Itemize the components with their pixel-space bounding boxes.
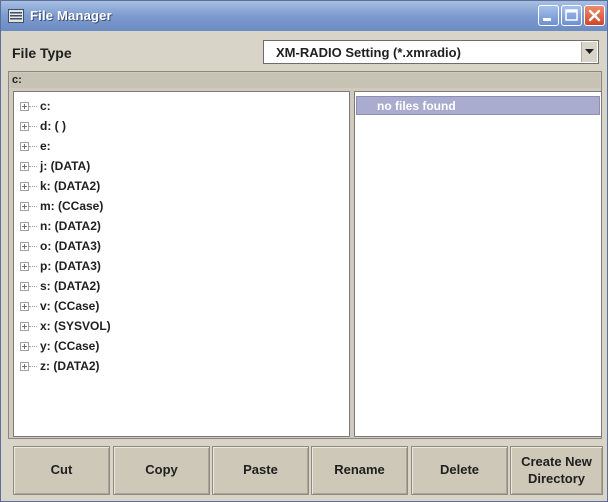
copy-button-label: Copy: [145, 462, 178, 477]
chevron-down-icon[interactable]: [581, 42, 597, 62]
expand-icon[interactable]: [20, 182, 29, 191]
file-type-select[interactable]: XM-RADIO Setting (*.xmradio): [263, 40, 599, 64]
tree-item-label: k: (DATA2): [40, 179, 101, 193]
tree-item-label: m: (CCase): [40, 199, 104, 213]
window-title: File Manager: [30, 8, 112, 23]
expand-icon[interactable]: [20, 102, 29, 111]
expand-icon[interactable]: [20, 302, 29, 311]
expand-icon[interactable]: [20, 262, 29, 271]
expand-icon[interactable]: [20, 122, 29, 131]
file-manager-icon: [8, 9, 24, 23]
paste-button-label: Paste: [243, 462, 278, 477]
close-icon[interactable]: [584, 5, 605, 26]
expand-icon[interactable]: [20, 282, 29, 291]
directory-tree[interactable]: c: d: ( ) e: j: (DATA) k: (DATA2) m: (CC…: [13, 91, 350, 437]
expand-icon[interactable]: [20, 202, 29, 211]
maximize-icon[interactable]: [561, 5, 582, 26]
cut-button-label: Cut: [50, 462, 73, 477]
tree-item-label: p: (DATA3): [40, 259, 101, 273]
tree-item-label: e:: [40, 139, 51, 153]
rename-button-label: Rename: [334, 462, 385, 477]
expand-icon[interactable]: [20, 162, 29, 171]
current-path-bar: c:: [10, 73, 600, 88]
expand-icon[interactable]: [20, 242, 29, 251]
expand-icon[interactable]: [20, 322, 29, 331]
rename-button[interactable]: Rename: [311, 446, 408, 495]
file-type-value: XM-RADIO Setting (*.xmradio): [276, 45, 461, 60]
create-new-directory-button[interactable]: Create New Directory: [510, 446, 603, 495]
minimize-icon[interactable]: [538, 5, 559, 26]
delete-button[interactable]: Delete: [411, 446, 508, 495]
expand-icon[interactable]: [20, 222, 29, 231]
tree-item-label: v: (CCase): [40, 299, 100, 313]
tree-item-label: y: (CCase): [40, 339, 100, 353]
create-new-label-line2: Directory: [527, 471, 586, 486]
no-files-message: no files found: [377, 99, 456, 113]
copy-button[interactable]: Copy: [113, 446, 210, 495]
expand-icon[interactable]: [20, 142, 29, 151]
file-type-label: File Type: [12, 45, 72, 61]
file-list-item[interactable]: no files found: [356, 96, 600, 115]
tree-item-label: x: (SYSVOL): [40, 319, 111, 333]
file-manager-window: File Manager File Type XM-RADIO Setting …: [0, 0, 608, 502]
tree-item-label: j: (DATA): [40, 159, 91, 173]
tree-item-label: z: (DATA2): [40, 359, 100, 373]
tree-item-label: n: (DATA2): [40, 219, 101, 233]
tree-item-label: d: ( ): [40, 119, 66, 133]
expand-icon[interactable]: [20, 342, 29, 351]
title-bar[interactable]: File Manager: [1, 1, 607, 31]
delete-button-label: Delete: [439, 462, 480, 477]
paste-button[interactable]: Paste: [212, 446, 309, 495]
expand-icon[interactable]: [20, 362, 29, 371]
tree-item-label: o: (DATA3): [40, 239, 101, 253]
file-list[interactable]: no files found: [354, 91, 602, 437]
current-path: c:: [12, 74, 22, 86]
create-new-label-line1: Create New: [521, 454, 592, 469]
tree-item-label: c:: [40, 99, 51, 113]
tree-item-label: s: (DATA2): [40, 279, 101, 293]
cut-button[interactable]: Cut: [13, 446, 110, 495]
